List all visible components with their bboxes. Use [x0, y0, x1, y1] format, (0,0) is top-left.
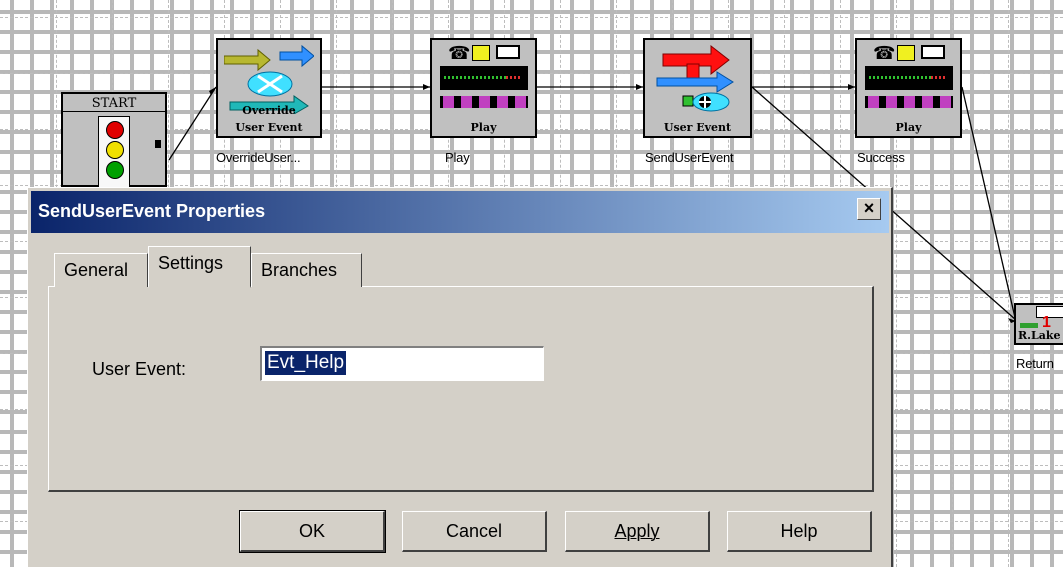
- success-node-caption: Play: [895, 121, 922, 134]
- connector-start-override: [168, 86, 217, 161]
- player-buttons-icon: [440, 96, 528, 108]
- tab-general[interactable]: General: [54, 253, 148, 287]
- apply-button[interactable]: Apply: [565, 511, 710, 552]
- arrowhead: [209, 87, 216, 95]
- user-event-input[interactable]: Evt_Help: [260, 346, 544, 381]
- tape-icon: [496, 45, 520, 59]
- override-user-event-node[interactable]: Override User Event: [216, 38, 322, 138]
- arrowhead: [423, 84, 430, 90]
- success-node-label: Success: [857, 150, 905, 165]
- play-node-label: Play: [445, 150, 470, 165]
- speaker-icon: [472, 45, 490, 61]
- traffic-light-icon: [98, 116, 130, 188]
- tab-settings[interactable]: Settings: [148, 246, 251, 288]
- start-node[interactable]: START: [61, 92, 167, 188]
- return-node-label: Return: [1016, 356, 1054, 371]
- user-event-value: Evt_Help: [265, 351, 347, 375]
- success-node[interactable]: ☎ Play: [855, 38, 962, 138]
- help-button[interactable]: Help: [727, 511, 872, 552]
- close-button[interactable]: ×: [857, 198, 881, 220]
- start-node-caption: START: [63, 96, 165, 112]
- phone-icon: ☎: [448, 43, 471, 63]
- cancel-button[interactable]: Cancel: [402, 511, 547, 552]
- ok-button[interactable]: OK: [239, 510, 386, 553]
- override-node-label: OverrideUser...: [216, 150, 301, 165]
- connector-success-return: [961, 86, 1017, 323]
- return-node[interactable]: 1 R.Lake: [1014, 303, 1063, 345]
- return-node-caption: R.Lake: [1018, 329, 1061, 342]
- settings-tab-panel: [48, 286, 874, 492]
- override-node-caption-top: Override: [242, 104, 296, 117]
- return-arrow-icon: [1020, 323, 1038, 328]
- level-meter-icon: [440, 66, 528, 90]
- tape-icon: [921, 45, 945, 59]
- output-port-icon: [155, 140, 161, 148]
- player-buttons-icon: [865, 96, 953, 108]
- send-node-caption: User Event: [663, 121, 732, 134]
- phone-icon: ☎: [873, 43, 896, 63]
- arrowhead: [848, 84, 855, 90]
- speaker-icon: [897, 45, 915, 61]
- send-event-icon: [653, 44, 745, 116]
- properties-dialog: SendUserEvent Properties × General Setti…: [27, 187, 893, 567]
- send-node-label: SendUserEvent: [645, 150, 734, 165]
- level-meter-icon: [865, 66, 953, 90]
- override-node-caption: User Event: [235, 121, 303, 134]
- dialog-title: SendUserEvent Properties: [38, 201, 266, 221]
- play-node-caption: Play: [470, 121, 497, 134]
- tab-branches[interactable]: Branches: [251, 253, 362, 287]
- dialog-titlebar[interactable]: SendUserEvent Properties ×: [31, 191, 889, 233]
- send-user-event-node[interactable]: User Event: [643, 38, 752, 138]
- arrowhead: [636, 84, 643, 90]
- user-event-label: User Event:: [92, 359, 187, 379]
- play-node[interactable]: ☎ Play: [430, 38, 537, 138]
